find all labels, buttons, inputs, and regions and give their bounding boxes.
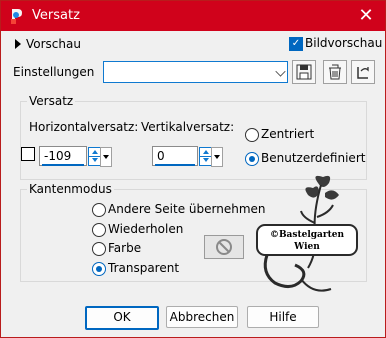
bildvorschau-checkbox[interactable]: ✓ [289, 37, 303, 51]
vertikal-dropdown[interactable] [211, 147, 223, 167]
dialog-window: Versatz ✕ Vorschau ✓ Bildvorschau Einste… [0, 0, 386, 338]
horizontal-spinner[interactable] [87, 147, 101, 166]
watermark-line2: Wien [293, 242, 320, 252]
close-button[interactable]: ✕ [347, 1, 385, 31]
horizontal-value: -109 [44, 149, 72, 163]
radio-zentriert[interactable] [245, 128, 259, 142]
delete-icon [329, 64, 341, 80]
app-icon [11, 9, 22, 24]
radio-wiederholen[interactable] [92, 223, 106, 237]
close-icon: ✕ [358, 5, 374, 26]
transparent-label: Transparent [108, 261, 180, 275]
color-swatch[interactable] [204, 235, 244, 259]
watermark-logo: ©Bastelgarten Wien [256, 175, 358, 292]
input-focus-line [42, 164, 84, 166]
vertikal-label: Vertikalversatz: [141, 120, 235, 134]
window-title: Versatz [32, 8, 80, 23]
bildvorschau-label: Bildvorschau [305, 36, 383, 50]
horizontal-input[interactable]: -109 [39, 146, 112, 167]
title-bar: Versatz ✕ [1, 1, 385, 31]
radio-benutzerdefiniert[interactable] [245, 152, 259, 166]
expand-arrow-icon[interactable] [15, 39, 21, 49]
kanten-title: Kantenmodus [27, 182, 114, 196]
input-focus-line [155, 164, 195, 166]
ok-button[interactable]: OK [85, 306, 159, 330]
versatz-title: Versatz [27, 94, 76, 108]
help-button[interactable]: Hilfe [247, 306, 319, 328]
vertikal-spinner[interactable] [198, 147, 212, 166]
cancel-button[interactable]: Abbrechen [166, 306, 238, 328]
versatz-group: Versatz [20, 94, 367, 180]
andere-seite-label: Andere Seite übernehmen [108, 202, 266, 216]
radio-farbe[interactable] [92, 242, 106, 256]
wiederholen-label: Wiederholen [108, 222, 184, 236]
settings-combo[interactable] [103, 61, 288, 83]
vertikal-input[interactable]: 0 [152, 146, 223, 167]
reset-button[interactable] [351, 60, 375, 84]
benutzerdefiniert-label: Benutzerdefiniert [261, 151, 366, 165]
chevron-down-icon[interactable] [275, 66, 286, 77]
reset-icon [357, 67, 369, 79]
save-preset-button[interactable] [292, 60, 316, 84]
preview-toggle[interactable]: Vorschau [26, 37, 81, 51]
farbe-label: Farbe [108, 241, 142, 255]
zentriert-label: Zentriert [261, 127, 315, 141]
save-icon [296, 64, 312, 80]
settings-label: Einstellungen [13, 65, 95, 79]
link-checkbox[interactable] [21, 147, 35, 161]
vertikal-value: 0 [157, 149, 165, 163]
delete-preset-button[interactable] [323, 60, 347, 84]
horizontal-label: Horizontalversatz: [29, 120, 139, 134]
radio-andere-seite[interactable] [92, 203, 106, 217]
radio-transparent[interactable] [92, 262, 106, 276]
horizontal-dropdown[interactable] [100, 147, 112, 167]
watermark-line1: ©Bastelgarten [270, 230, 345, 240]
no-color-icon [216, 239, 232, 255]
